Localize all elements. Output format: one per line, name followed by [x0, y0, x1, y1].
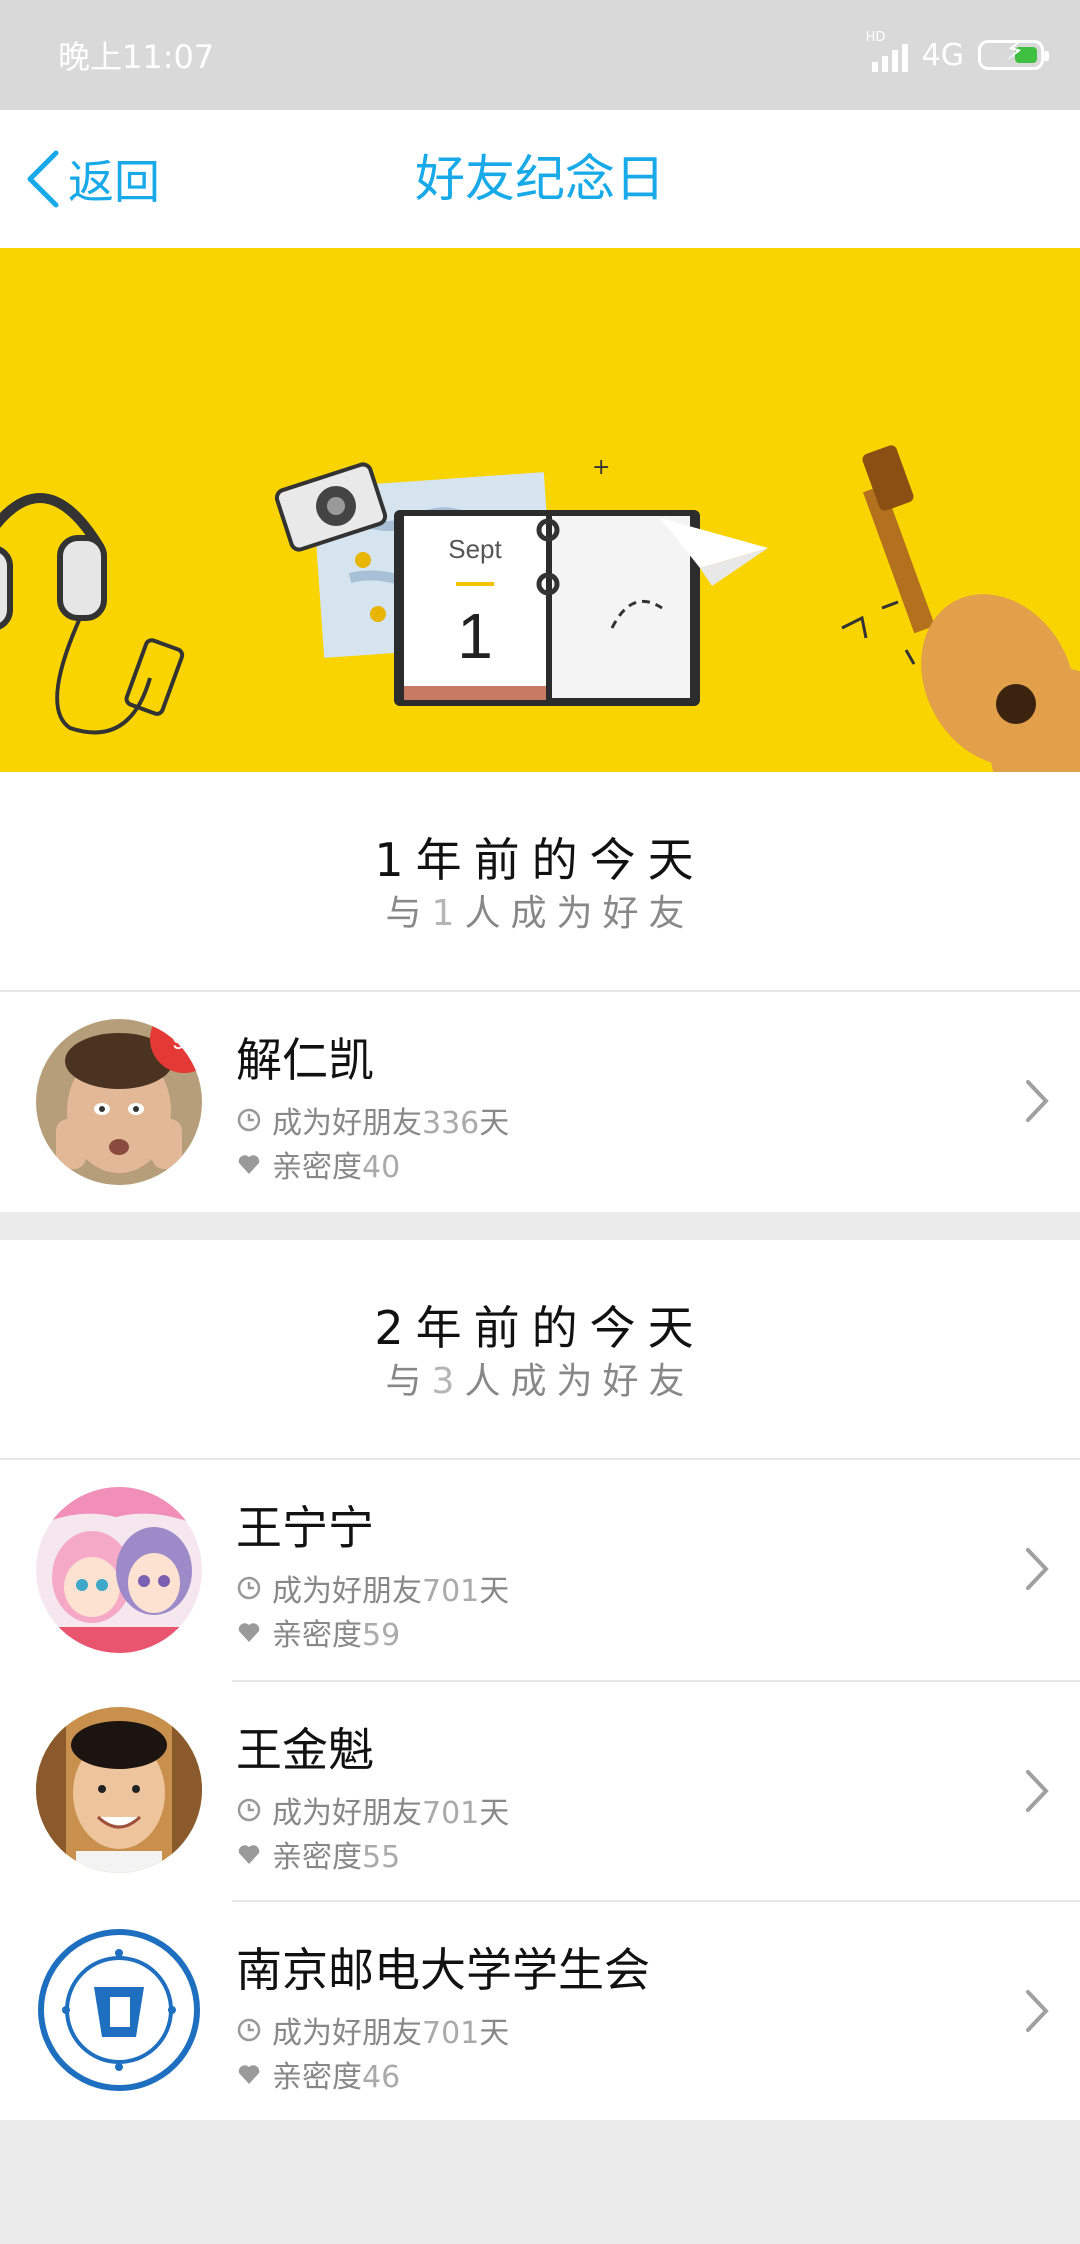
chevron-right-icon: [1026, 1548, 1049, 1590]
friend-row[interactable]: 王金魁 成为好朋友701天 亲密度55: [0, 1680, 1080, 1900]
chevron-right-icon: [1026, 1770, 1049, 1812]
friend-info: 解仁凯 成为好朋友336天 亲密度40: [232, 992, 1080, 1212]
friend-info: 王宁宁 成为好朋友701天 亲密度59: [232, 1460, 1080, 1680]
chevron-right-icon: [1026, 1990, 1049, 2032]
clock-icon: [237, 1576, 261, 1600]
status-bar: 晚上11:07 HD 4G ⚡: [0, 0, 1080, 110]
ukulele-icon: [862, 445, 1080, 772]
unread-badge: 99: [172, 1028, 199, 1055]
clock-icon: [237, 1108, 261, 1132]
heart-icon: [238, 1623, 260, 1642]
status-time: 晚上11:07: [58, 38, 215, 76]
status-indicators: HD 4G ⚡: [866, 30, 1049, 73]
signal-bars-icon: HD: [866, 30, 908, 72]
clock-icon: [237, 2018, 261, 2042]
nav-bar: 返回 好友纪念日: [0, 110, 1080, 248]
friend-intimacy: 亲密度46: [236, 2052, 400, 2096]
heart-icon: [238, 1845, 260, 1864]
friend-row[interactable]: 99 解仁凯 成为好朋友336天 亲密度40: [0, 992, 1080, 1212]
friend-info: 王金魁 成为好朋友701天 亲密度55: [232, 1680, 1080, 1900]
friend-name: 南京邮电大学学生会: [236, 1943, 650, 1997]
music-notes-icon: [841, 600, 916, 665]
section-subtitle: 与3人成为好友: [385, 1361, 695, 1402]
section-title: 2年前的今天: [374, 1301, 706, 1355]
svg-text:+: +: [592, 455, 610, 480]
avatar: 99: [36, 1019, 202, 1185]
banner-art: Sept 1 +: [0, 445, 1080, 772]
friend-row[interactable]: 南京邮电大学学生会 成为好朋友701天 亲密度46: [0, 1900, 1080, 2120]
friend-days: 成为好朋友701天: [236, 2008, 509, 2052]
page-title: 好友纪念日: [415, 150, 665, 208]
friend-days: 成为好朋友701天: [236, 1788, 509, 1832]
network-label: 4G: [921, 37, 964, 73]
bottom-background: [0, 2120, 1080, 2244]
friend-info: 南京邮电大学学生会 成为好朋友701天 亲密度46: [232, 1900, 1080, 2120]
friend-name: 王宁宁: [236, 1501, 374, 1555]
friend-name: 解仁凯: [236, 1033, 374, 1087]
friend-name: 王金魁: [236, 1723, 374, 1777]
friend-intimacy: 亲密度55: [236, 1832, 400, 1876]
avatar: [36, 1487, 202, 1653]
friend-days: 成为好朋友701天: [236, 1566, 509, 1610]
clock-icon: [237, 1798, 261, 1822]
friend-intimacy: 亲密度40: [236, 1142, 400, 1186]
calendar-notebook: [394, 510, 700, 706]
avatar: [36, 1707, 202, 1873]
friend-row[interactable]: 王宁宁 成为好朋友701天 亲密度59: [0, 1460, 1080, 1680]
heart-icon: [238, 2065, 260, 2084]
anniversary-section-1: 1年前的今天 与1人成为好友 99 解仁凯 成为好朋友336天 亲密度40: [0, 772, 1080, 1212]
hd-label: HD: [865, 30, 886, 45]
battery-charging-icon: ⚡: [978, 37, 1049, 70]
chevron-right-icon: [1026, 1080, 1049, 1122]
headphones-icon: [0, 493, 107, 630]
friend-intimacy: 亲密度59: [236, 1610, 400, 1654]
section-header: 1年前的今天 与1人成为好友: [0, 772, 1080, 992]
section-subtitle: 与1人成为好友: [385, 893, 695, 934]
section-header: 2年前的今天 与3人成为好友: [0, 1240, 1080, 1460]
phone-doodle-icon: [124, 638, 185, 716]
banner-illustration: Sept 1 +: [0, 248, 1080, 772]
anniversary-section-2: 2年前的今天 与3人成为好友 王宁宁 成为好朋友701天 亲密度59 王金魁 成…: [0, 1240, 1080, 2120]
avatar: [36, 1927, 202, 2093]
section-title: 1年前的今天: [374, 833, 706, 887]
friend-days: 成为好朋友336天: [236, 1098, 509, 1142]
calendar-day: 1: [457, 600, 493, 672]
heart-icon: [238, 1155, 260, 1174]
section-divider: [0, 1212, 1080, 1240]
calendar-month: Sept: [448, 534, 502, 564]
